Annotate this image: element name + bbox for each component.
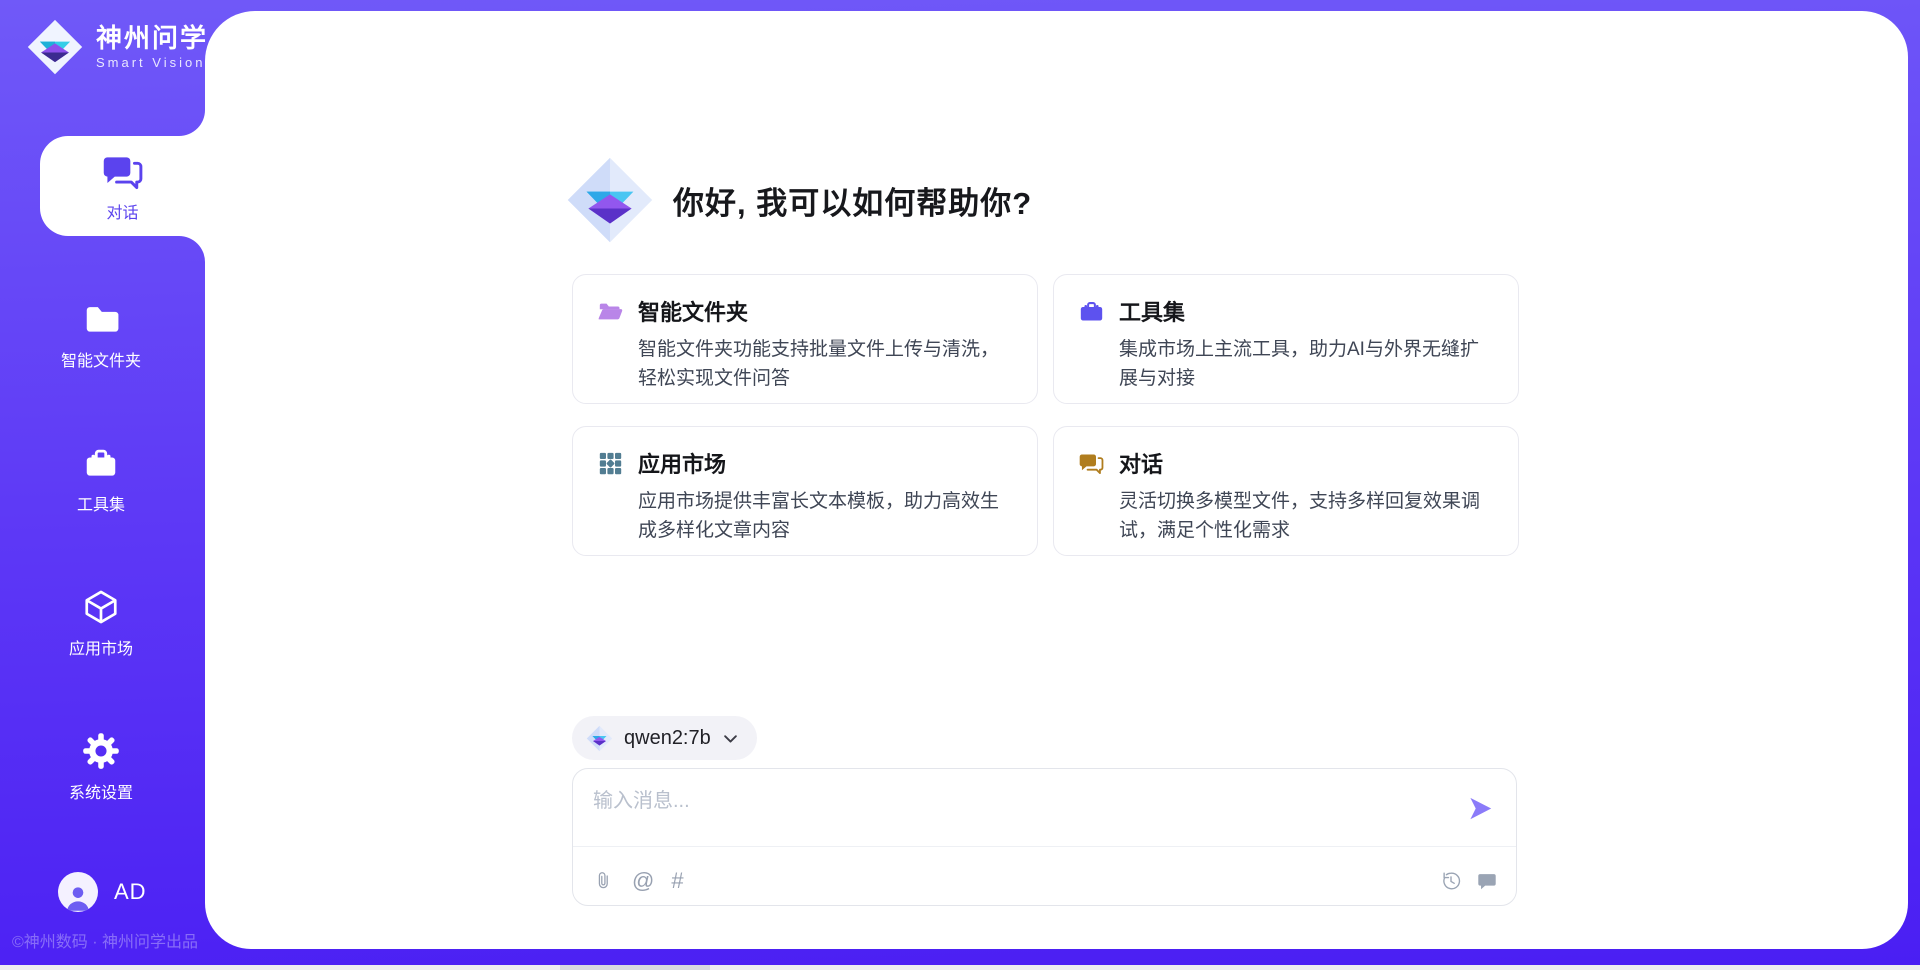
- sidebar-item-label: 应用市场: [69, 635, 133, 659]
- gear-icon: [82, 732, 120, 770]
- history-icon[interactable]: [1440, 870, 1462, 892]
- sidebar-item-settings[interactable]: 系统设置: [0, 732, 202, 803]
- app-window: 神州问学 Smart Vision 对话 智能文件夹 工具集: [0, 0, 1920, 970]
- scrollbar-thumb[interactable]: [560, 965, 710, 970]
- model-diamond-icon: [586, 725, 613, 752]
- message-input[interactable]: [593, 784, 1433, 842]
- brand-name: 神州问学: [96, 24, 208, 54]
- message-input-box: @ #: [572, 768, 1517, 906]
- folder-open-icon: [597, 298, 624, 325]
- greeting-text: 你好, 我可以如何帮助你?: [673, 178, 1032, 223]
- greeting-row: 你好, 我可以如何帮助你?: [565, 155, 1032, 245]
- chevron-down-icon: [722, 730, 739, 747]
- card-app-market[interactable]: 应用市场 应用市场提供丰富长文本模板，助力高效生成多样化文章内容: [572, 426, 1038, 556]
- person-icon: [63, 882, 93, 912]
- card-description: 应用市场提供丰富长文本模板，助力高效生成多样化文章内容: [638, 488, 1013, 545]
- horizontal-scrollbar[interactable]: [0, 965, 1920, 970]
- card-description: 灵活切换多模型文件，支持多样回复效果调试，满足个性化需求: [1119, 488, 1494, 545]
- main-content-panel: 你好, 我可以如何帮助你? 智能文件夹 智能文件夹功能支持批量文件上传与清洗，轻…: [205, 11, 1908, 949]
- brand-logo-row: 神州问学 Smart Vision: [26, 18, 208, 76]
- card-title: 智能文件夹: [638, 295, 748, 327]
- attachment-icon[interactable]: [593, 870, 615, 892]
- user-initials: AD: [114, 879, 147, 905]
- brand-diamond-icon: [26, 18, 84, 76]
- sidebar-item-label: 智能文件夹: [61, 347, 141, 371]
- sidebar-item-app-market[interactable]: 应用市场: [0, 588, 202, 659]
- sidebar-item-label: 对话: [106, 199, 138, 223]
- card-title: 应用市场: [638, 447, 726, 479]
- mention-icon[interactable]: @: [632, 870, 654, 892]
- assistant-diamond-icon: [565, 155, 655, 245]
- folder-icon: [82, 300, 120, 338]
- briefcase-icon: [82, 444, 120, 482]
- sidebar-item-chat[interactable]: 对话: [40, 136, 205, 236]
- user-account[interactable]: AD: [58, 872, 147, 912]
- sidebar-item-smart-folder[interactable]: 智能文件夹: [0, 300, 202, 371]
- chat-bubbles-icon: [101, 150, 145, 194]
- card-toolset[interactable]: 工具集 集成市场上主流工具，助力AI与外界无缝扩展与对接: [1053, 274, 1519, 404]
- apps-grid-icon: [597, 450, 624, 477]
- card-description: 集成市场上主流工具，助力AI与外界无缝扩展与对接: [1119, 336, 1494, 393]
- card-title: 对话: [1119, 447, 1163, 479]
- model-name: qwen2:7b: [624, 727, 711, 750]
- sidebar-item-toolset[interactable]: 工具集: [0, 444, 202, 515]
- input-toolbar: @ #: [593, 870, 1498, 892]
- input-divider: [573, 846, 1516, 847]
- feature-cards: 智能文件夹 智能文件夹功能支持批量文件上传与清洗，轻松实现文件问答 工具集 集成…: [572, 274, 1519, 556]
- card-smart-folder[interactable]: 智能文件夹 智能文件夹功能支持批量文件上传与清洗，轻松实现文件问答: [572, 274, 1038, 404]
- chat-bubbles-icon: [1078, 450, 1105, 477]
- briefcase-icon: [1078, 298, 1105, 325]
- avatar: [58, 872, 98, 912]
- feedback-bubble-icon[interactable]: [1476, 870, 1498, 892]
- sidebar-item-label: 工具集: [77, 491, 125, 515]
- send-icon[interactable]: [1467, 795, 1494, 822]
- brand-subtitle: Smart Vision: [96, 55, 208, 70]
- card-description: 智能文件夹功能支持批量文件上传与清洗，轻松实现文件问答: [638, 336, 1013, 393]
- model-selector[interactable]: qwen2:7b: [572, 716, 757, 760]
- sidebar-item-label: 系统设置: [69, 779, 133, 803]
- card-title: 工具集: [1119, 295, 1185, 327]
- card-chat[interactable]: 对话 灵活切换多模型文件，支持多样回复效果调试，满足个性化需求: [1053, 426, 1519, 556]
- cube-icon: [82, 588, 120, 626]
- copyright-text: ©神州数码 · 神州问学出品: [12, 928, 198, 952]
- hashtag-icon[interactable]: #: [671, 870, 683, 892]
